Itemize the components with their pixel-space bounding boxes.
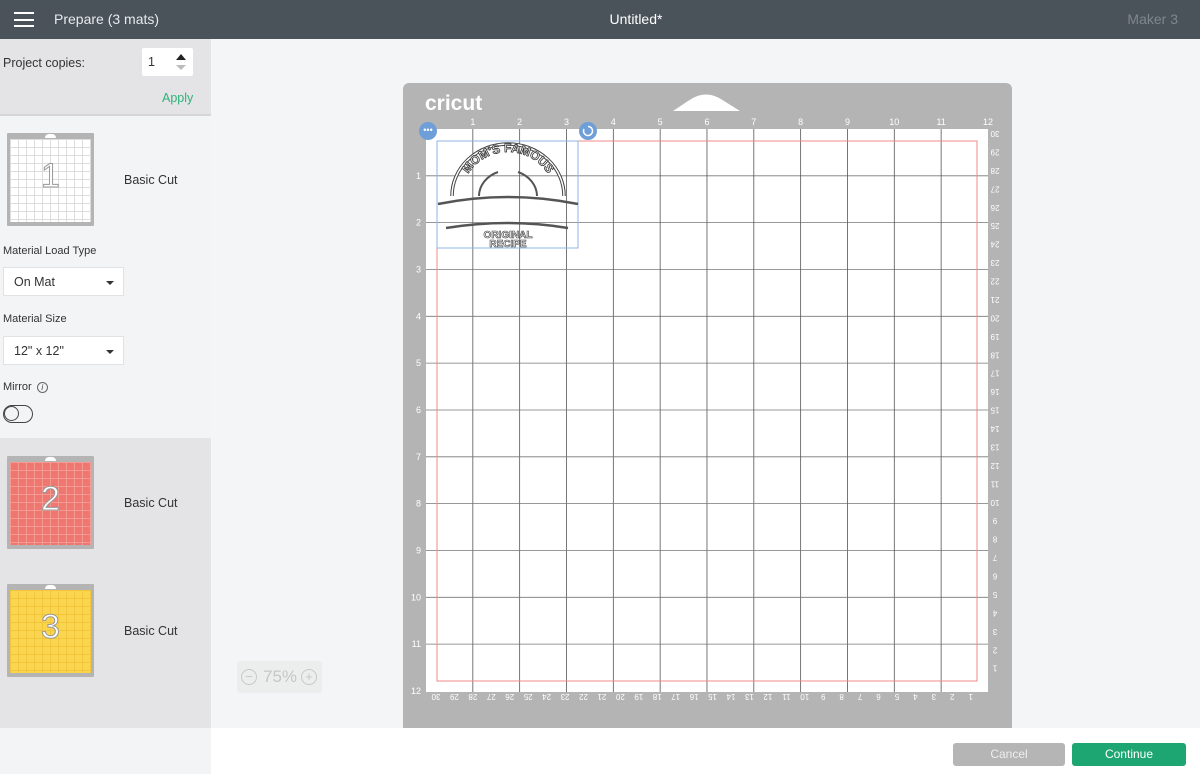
ruler-left-label: 10	[411, 592, 421, 602]
ruler-right-cm-label: 11	[990, 479, 999, 488]
ruler-top-label: 6	[704, 117, 709, 127]
ruler-right-cm-label: 20	[990, 313, 999, 322]
ruler-left-label: 1	[416, 171, 421, 181]
ruler-right-cm-label: 18	[990, 350, 999, 359]
ruler-bottom-cm-label: 11	[782, 692, 791, 701]
ruler-top-label: 10	[889, 117, 899, 127]
ruler-right-cm-label: 2	[992, 645, 997, 654]
ruler-right-cm-label: 16	[990, 387, 999, 396]
ruler-top-label: 3	[564, 117, 569, 127]
ruler-bottom-cm-label: 13	[744, 692, 753, 701]
bottom-bar: Cancel Continue	[211, 728, 1200, 774]
ruler-left-label: 5	[416, 358, 421, 368]
ruler-right-cm-label: 19	[990, 332, 999, 341]
ruler-right-cm-label: 4	[992, 608, 997, 617]
ruler-right-cm-label: 30	[990, 129, 999, 138]
ruler-right-cm-label: 7	[992, 553, 997, 562]
ruler-right-cm-label: 1	[992, 664, 997, 673]
ruler-top-label: 2	[517, 117, 522, 127]
ruler-left-label: 7	[416, 452, 421, 462]
ruler-bottom-cm-label: 3	[931, 692, 936, 701]
ruler-bottom-cm-label: 29	[449, 692, 458, 701]
ruler-right-cm-label: 6	[992, 572, 997, 581]
ruler-right-cm-label: 28	[990, 166, 999, 175]
ruler-bottom-cm-label: 26	[505, 692, 514, 701]
ruler-right-cm-label: 8	[992, 535, 997, 544]
ruler-right-cm-label: 25	[990, 221, 999, 230]
ruler-left-label: 9	[416, 545, 421, 555]
ruler-right-cm-label: 9	[992, 516, 997, 525]
ruler-bottom-cm-label: 4	[913, 692, 918, 701]
ruler-bottom-cm-label: 6	[876, 692, 881, 701]
ruler-right-cm-label: 3	[992, 627, 997, 636]
ruler-bottom-cm-label: 15	[708, 692, 717, 701]
ruler-bottom-cm-label: 20	[615, 692, 624, 701]
ruler-bottom-cm-label: 18	[652, 692, 661, 701]
ruler-top-label: 8	[798, 117, 803, 127]
ruler-bottom-cm-label: 12	[763, 692, 772, 701]
design-text-line3: RECIPE	[489, 239, 527, 250]
cricut-logo: cricut	[425, 92, 482, 115]
ruler-bottom-cm-label: 23	[560, 692, 569, 701]
ruler-right-cm-label: 22	[990, 277, 999, 286]
ruler-bottom-cm-label: 22	[579, 692, 588, 701]
ruler-right-cm-label: 26	[990, 203, 999, 212]
ruler-right-cm-label: 27	[990, 184, 999, 193]
ruler-right-cm-label: 24	[990, 240, 999, 249]
ruler-right-cm-label: 5	[992, 590, 997, 599]
ruler-top-label: 9	[845, 117, 850, 127]
ruler-bottom-cm-label: 27	[486, 692, 495, 701]
ruler-right-cm-label: 10	[990, 498, 999, 507]
rotate-icon[interactable]	[579, 122, 597, 140]
ruler-bottom-cm-label: 16	[689, 692, 698, 701]
ruler-bottom-cm-label: 8	[839, 692, 844, 701]
zoom-level: 75%	[263, 667, 298, 686]
mat-canvas[interactable]: cricut 1 2 3 4 5 6 7 8 9 10 11 12123456789101112303…	[0, 0, 1200, 774]
ruler-right-cm-label: 23	[990, 258, 999, 267]
ruler-left-label: 12	[411, 686, 421, 696]
ruler-right-cm-label: 21	[990, 295, 999, 304]
ruler-bottom-cm-label: 10	[800, 692, 809, 701]
ruler-right-cm-label: 13	[990, 442, 999, 451]
ruler-bottom-cm-label: 25	[523, 692, 532, 701]
ruler-left-label: 2	[416, 218, 421, 228]
ruler-top-label: 5	[658, 117, 663, 127]
ruler-top-label: 7	[751, 117, 756, 127]
ruler-bottom-cm-label: 14	[726, 692, 735, 701]
more-options-button[interactable]: •••	[419, 122, 437, 140]
svg-text:•••: •••	[423, 125, 432, 135]
ruler-bottom-cm-label: 1	[968, 692, 973, 701]
ruler-bottom-cm-label: 5	[894, 692, 899, 701]
ruler-right-cm-label: 29	[990, 147, 999, 156]
zoom-control: − 75% +	[237, 661, 322, 693]
ruler-left-label: 6	[416, 405, 421, 415]
ruler-right-cm-label: 14	[990, 424, 999, 433]
ruler-bottom-cm-label: 28	[468, 692, 477, 701]
cancel-button[interactable]: Cancel	[953, 743, 1065, 766]
ruler-right-cm-label: 15	[990, 406, 999, 415]
ruler-bottom-cm-label: 30	[431, 692, 440, 701]
zoom-out-button[interactable]: −	[241, 669, 257, 685]
ruler-left-label: 8	[416, 499, 421, 509]
ruler-left-label: 11	[412, 639, 421, 649]
ruler-bottom-cm-label: 2	[949, 692, 954, 701]
ruler-top-label: 1	[470, 117, 475, 127]
ruler-right-cm-label: 12	[990, 461, 999, 470]
ruler-top-label: 11	[936, 117, 945, 127]
ruler-bottom-cm-label: 24	[542, 692, 551, 701]
continue-button[interactable]: Continue	[1072, 743, 1186, 766]
ruler-left-label: 4	[416, 311, 421, 321]
ruler-bottom-cm-label: 7	[857, 692, 862, 701]
ruler-left-label: 3	[416, 264, 421, 274]
ruler-bottom-cm-label: 19	[634, 692, 643, 701]
ruler-bottom-cm-label: 21	[597, 692, 606, 701]
ruler-bottom-cm-label: 17	[671, 692, 680, 701]
ruler-right-cm-label: 17	[990, 369, 999, 378]
zoom-in-button[interactable]: +	[301, 669, 317, 685]
ruler-bottom-cm-label: 9	[820, 692, 825, 701]
ruler-top-label: 4	[611, 117, 616, 127]
ruler-top-label: 12	[983, 117, 993, 127]
